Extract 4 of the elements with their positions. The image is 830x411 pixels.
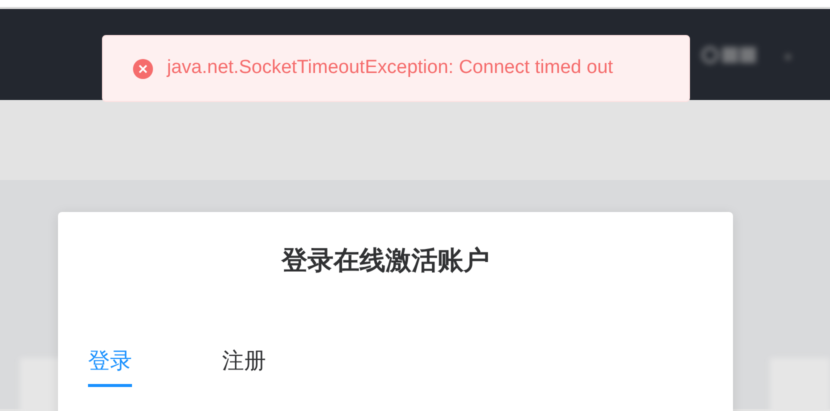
error-icon	[133, 58, 153, 78]
error-text: java.net.SocketTimeoutException: Connect timed out	[167, 56, 614, 80]
dialog-title: 登录在线激活账户	[280, 244, 490, 277]
tab[interactable]: 注册	[222, 346, 266, 387]
